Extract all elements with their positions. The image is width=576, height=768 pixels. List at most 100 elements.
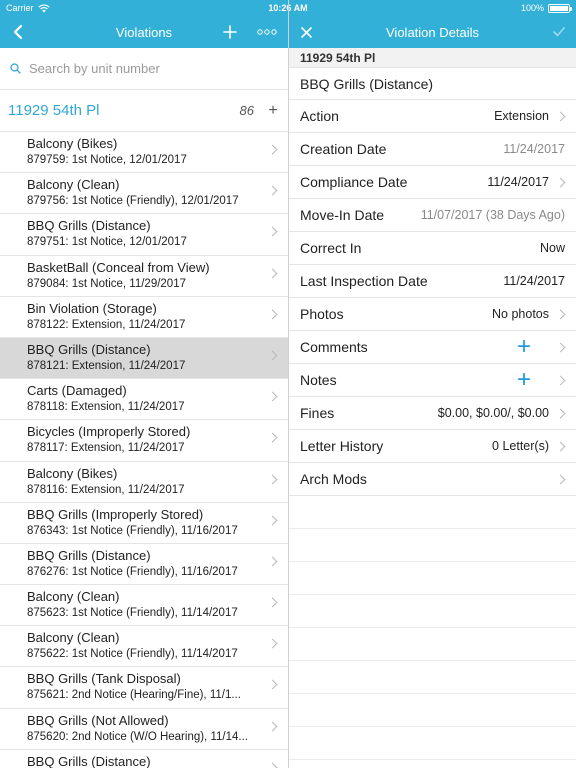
violation-list-item[interactable]: BBQ Grills (Not Allowed) 875620: 2nd Noti… bbox=[0, 709, 288, 750]
violations-list: Balcony (Bikes) 879759: 1st Notice, 12/01… bbox=[0, 132, 288, 768]
violation-list-item[interactable]: BBQ Grills (Distance) 879751: 1st Notice,… bbox=[0, 214, 288, 256]
empty-row bbox=[289, 694, 576, 727]
empty-row bbox=[289, 595, 576, 628]
chevron-right-icon bbox=[267, 144, 278, 155]
violation-list-item[interactable]: BBQ Grills (Distance) 876276: 1st Notice … bbox=[0, 544, 288, 586]
detail-row-last-inspection-date: Last Inspection Date 11/24/2017 bbox=[289, 265, 576, 298]
violation-list-item[interactable]: Balcony (Bikes) 878116: Extension, 11/24/… bbox=[0, 462, 288, 503]
violation-list-item[interactable]: Balcony (Clean) 879756: 1st Notice (Frien… bbox=[0, 173, 288, 215]
empty-row bbox=[289, 529, 576, 562]
chevron-right-icon bbox=[555, 474, 566, 485]
violation-subtitle: 878118: Extension, 11/24/2017 bbox=[27, 401, 185, 414]
violation-subtitle: 876343: 1st Notice (Friendly), 11/16/201… bbox=[27, 524, 238, 537]
detail-row-arch-mods[interactable]: Arch Mods bbox=[289, 463, 576, 496]
detail-label: Photos bbox=[300, 306, 344, 322]
chevron-right-icon bbox=[267, 679, 278, 690]
more-button[interactable] bbox=[254, 16, 280, 48]
violation-title: BBQ Grills (Improperly Stored) bbox=[27, 506, 204, 522]
add-comments-button[interactable]: + bbox=[517, 335, 531, 359]
violation-title: Carts (Damaged) bbox=[27, 383, 127, 399]
violation-subtitle: 879084: 1st Notice, 11/29/2017 bbox=[27, 277, 186, 290]
violation-title: BBQ Grills (Distance) bbox=[27, 341, 151, 357]
detail-value: 0 Letter(s) bbox=[492, 439, 549, 453]
details-nav-bar: Violation Details bbox=[289, 16, 576, 48]
chevron-right-icon bbox=[267, 597, 278, 608]
add-violation-button[interactable] bbox=[218, 16, 242, 48]
detail-row-comments[interactable]: Comments + bbox=[289, 331, 576, 364]
detail-label: Move-In Date bbox=[300, 207, 385, 223]
chevron-right-icon bbox=[267, 432, 278, 443]
violation-list-item[interactable]: BBQ Grills (Distance) bbox=[0, 750, 288, 768]
detail-row-correct-in: Correct In Now bbox=[289, 232, 576, 265]
unit-group-count: 86 bbox=[239, 103, 254, 118]
violation-subtitle: 878116: Extension, 11/24/2017 bbox=[27, 483, 185, 496]
violation-title: Balcony (Clean) bbox=[27, 589, 120, 605]
violation-list-item[interactable]: Balcony (Bikes) 879759: 1st Notice, 12/01… bbox=[0, 132, 288, 174]
confirm-button[interactable] bbox=[549, 16, 569, 48]
detail-label: Compliance Date bbox=[300, 174, 408, 190]
violation-title: Balcony (Bikes) bbox=[27, 465, 118, 481]
detail-row-fines[interactable]: Fines $0.00, $0.00/, $0.00 bbox=[289, 397, 576, 430]
detail-row-letter-history[interactable]: Letter History 0 Letter(s) bbox=[289, 430, 576, 463]
chevron-right-icon bbox=[267, 762, 278, 768]
chevron-right-icon bbox=[267, 556, 278, 567]
chevron-right-icon bbox=[267, 474, 278, 484]
violation-list-item[interactable]: Balcony (Clean) 875622: 1st Notice (Frien… bbox=[0, 626, 288, 668]
detail-row-compliance-date[interactable]: Compliance Date 11/24/2017 bbox=[289, 166, 576, 199]
empty-row bbox=[289, 628, 576, 661]
violation-list-item[interactable]: Bicycles (Improperly Stored) 878117: Exte… bbox=[0, 420, 288, 462]
details-title: Violation Details bbox=[386, 24, 479, 40]
status-right: 100% bbox=[370, 3, 572, 13]
violation-title: BBQ Grills (Distance) bbox=[27, 547, 151, 563]
violation-list-item[interactable]: Bin Violation (Storage) 878122: Extension… bbox=[0, 297, 288, 338]
detail-row-photos[interactable]: Photos No photos bbox=[289, 298, 576, 331]
details-pane: 11929 54th Pl BBQ Grills (Distance) Acti… bbox=[289, 48, 576, 768]
close-icon bbox=[300, 26, 312, 38]
add-notes-button[interactable]: + bbox=[517, 368, 531, 392]
violation-list-item[interactable]: BasketBall (Conceal from View) 879084: 1s… bbox=[0, 256, 288, 297]
empty-row bbox=[289, 727, 576, 760]
empty-row bbox=[289, 661, 576, 694]
violation-title: BasketBall (Conceal from View) bbox=[27, 259, 210, 275]
unit-group-title: 11929 54th Pl bbox=[8, 102, 100, 119]
chevron-right-icon bbox=[555, 309, 566, 320]
detail-label: Arch Mods bbox=[300, 471, 367, 487]
violations-title: Violations bbox=[115, 24, 173, 40]
violation-list-item[interactable]: BBQ Grills (Distance) 878121: Extension, … bbox=[0, 337, 288, 380]
violation-list-item[interactable]: BBQ Grills (Tank Disposal) 875621: 2nd No… bbox=[0, 667, 288, 709]
violation-subtitle: 878121: Extension, 11/24/2017 bbox=[27, 359, 186, 372]
unit-group-add-button[interactable]: + bbox=[266, 102, 280, 120]
violation-list-item[interactable]: BBQ Grills (Improperly Stored) 876343: 1s… bbox=[0, 503, 288, 544]
violation-list-item[interactable]: Balcony (Clean) 875623: 1st Notice (Frien… bbox=[0, 585, 288, 627]
carrier-label: Carrier bbox=[6, 3, 34, 13]
detail-unit-header: 11929 54th Pl bbox=[289, 48, 576, 68]
search-input[interactable] bbox=[29, 61, 269, 76]
chevron-right-icon bbox=[267, 226, 278, 237]
violation-subtitle: 879759: 1st Notice, 12/01/2017 bbox=[27, 154, 187, 166]
detail-label: Letter History bbox=[300, 438, 384, 454]
search-bar bbox=[0, 48, 288, 90]
chevron-right-icon bbox=[267, 350, 278, 361]
chevron-right-icon bbox=[267, 638, 278, 649]
plus-icon bbox=[223, 25, 237, 39]
violation-subtitle: 875623: 1st Notice (Friendly), 11/14/201… bbox=[27, 607, 238, 620]
detail-value: Extension bbox=[494, 109, 549, 123]
pane-divider bbox=[288, 0, 289, 768]
detail-empty-rows bbox=[289, 496, 576, 760]
violation-list-item[interactable]: Carts (Damaged) 878118: Extension, 11/24/… bbox=[0, 379, 288, 421]
close-button[interactable] bbox=[295, 16, 317, 48]
detail-label: Comments bbox=[300, 339, 368, 355]
more-icon bbox=[257, 29, 277, 35]
violation-subtitle: 876276: 1st Notice (Friendly), 11/16/201… bbox=[27, 565, 238, 578]
back-button[interactable] bbox=[6, 16, 30, 48]
chevron-right-icon bbox=[555, 408, 566, 419]
detail-row-action[interactable]: Action Extension bbox=[289, 100, 576, 133]
violation-subtitle: 875620: 2nd Notice (W/O Hearing), 11/14.… bbox=[27, 730, 248, 743]
unit-group-header[interactable]: 11929 54th Pl 86 + bbox=[0, 90, 288, 132]
chevron-right-icon bbox=[267, 391, 278, 402]
violation-subtitle: 875622: 1st Notice (Friendly), 11/14/201… bbox=[27, 648, 238, 661]
violation-subtitle: 878122: Extension, 11/24/2017 bbox=[27, 318, 186, 331]
detail-row-notes[interactable]: Notes + bbox=[289, 364, 576, 397]
detail-value: $0.00, $0.00/, $0.00 bbox=[437, 406, 549, 420]
violation-title: BBQ Grills (Not Allowed) bbox=[27, 712, 169, 728]
